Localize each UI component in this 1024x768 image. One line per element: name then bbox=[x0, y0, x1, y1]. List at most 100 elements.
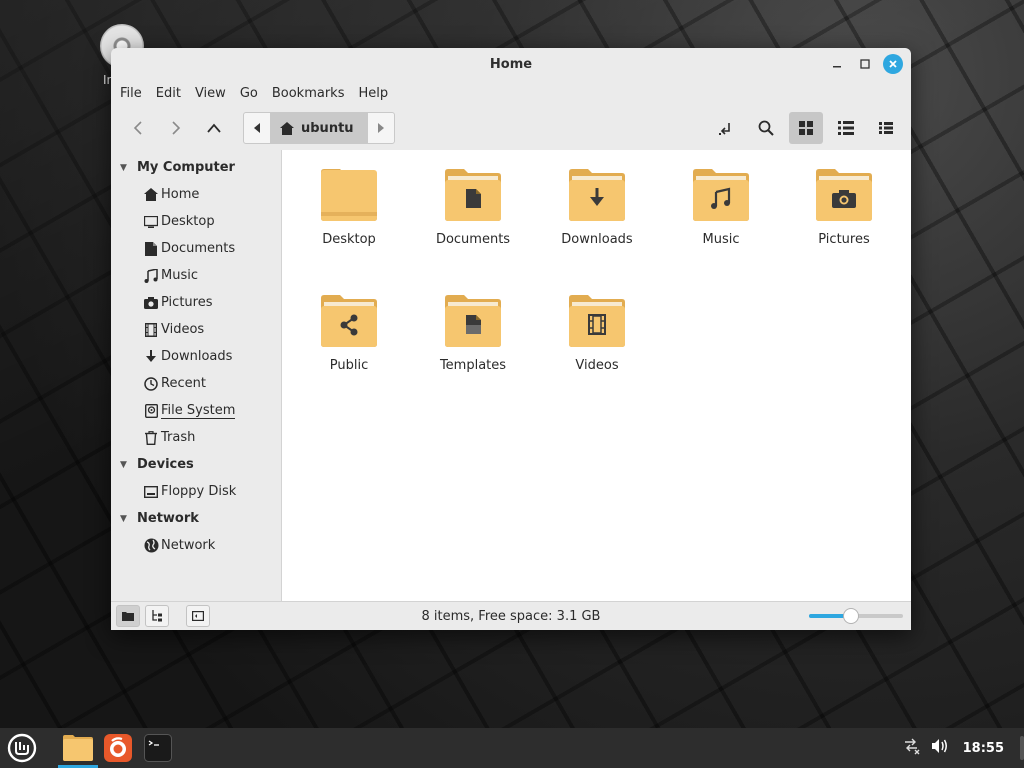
triangle-right-icon bbox=[377, 123, 384, 133]
sidebar-item-desktop[interactable]: Desktop bbox=[111, 208, 281, 235]
sidebar-item-label: Pictures bbox=[161, 295, 213, 310]
download-icon bbox=[141, 349, 161, 364]
sidebar-item-music[interactable]: Music bbox=[111, 262, 281, 289]
folder-videos-icon bbox=[569, 295, 625, 347]
menu-bookmarks[interactable]: Bookmarks bbox=[272, 86, 353, 101]
sidebar-item-pictures[interactable]: Pictures bbox=[111, 289, 281, 316]
sidebar-item-trash[interactable]: Trash bbox=[111, 424, 281, 451]
folder-label: Desktop bbox=[322, 232, 376, 247]
path-crumb-home[interactable]: ubuntu bbox=[270, 113, 368, 143]
window-title: Home bbox=[489, 56, 533, 72]
file-manager-window: Home File Edit View Go Bookmarks Help ub… bbox=[111, 48, 911, 630]
taskbar-firefox[interactable] bbox=[98, 728, 138, 768]
folder-public[interactable]: Public bbox=[289, 294, 409, 373]
file-view[interactable]: Desktop Documents Downloads Music Pictur… bbox=[282, 150, 911, 601]
sidebar-item-documents[interactable]: Documents bbox=[111, 235, 281, 262]
folder-downloads[interactable]: Downloads bbox=[537, 168, 657, 247]
menu-view[interactable]: View bbox=[195, 86, 234, 101]
toggle-location-button[interactable] bbox=[709, 112, 743, 144]
chevron-up-icon bbox=[207, 123, 221, 133]
network-status-button[interactable] bbox=[903, 737, 921, 759]
taskbar-terminal[interactable] bbox=[138, 728, 178, 768]
clock-icon bbox=[141, 376, 161, 391]
compact-view-button[interactable] bbox=[869, 112, 903, 144]
trash-icon bbox=[141, 430, 161, 445]
close-button[interactable] bbox=[883, 54, 903, 74]
hide-sidebar-button[interactable] bbox=[186, 605, 210, 627]
show-places-button[interactable] bbox=[116, 605, 140, 627]
folder-label: Pictures bbox=[818, 232, 870, 247]
show-desktop-button[interactable] bbox=[1020, 736, 1024, 760]
sidebar-item-label: Videos bbox=[161, 322, 205, 337]
forward-button[interactable] bbox=[157, 112, 195, 144]
taskbar-file-manager[interactable] bbox=[58, 728, 98, 768]
folder-templates[interactable]: Templates bbox=[413, 294, 533, 373]
title-bar[interactable]: Home bbox=[111, 48, 911, 80]
folder-label: Videos bbox=[575, 358, 619, 373]
mint-logo-icon bbox=[7, 733, 37, 763]
expand-triangle-icon: ▼ bbox=[120, 459, 127, 470]
start-menu-button[interactable] bbox=[0, 728, 44, 768]
zoom-slider-handle[interactable] bbox=[843, 608, 860, 624]
menu-go[interactable]: Go bbox=[240, 86, 266, 101]
back-button[interactable] bbox=[119, 112, 157, 144]
folder-videos[interactable]: Videos bbox=[537, 294, 657, 373]
sidebar-header-my-computer[interactable]: ▼ My Computer bbox=[111, 154, 281, 181]
clock[interactable]: 18:55 bbox=[963, 741, 1004, 756]
folder-documents-icon bbox=[445, 169, 501, 221]
sidebar-item-label: File System bbox=[161, 402, 236, 419]
menu-bar: File Edit View Go Bookmarks Help bbox=[111, 80, 911, 106]
path-crumb-label: ubuntu bbox=[301, 120, 354, 136]
floppy-icon bbox=[141, 485, 161, 498]
folder-label: Templates bbox=[439, 358, 507, 373]
expand-triangle-icon: ▼ bbox=[120, 513, 127, 524]
path-scroll-left[interactable] bbox=[244, 113, 270, 143]
show-treeview-button[interactable] bbox=[145, 605, 169, 627]
sidebar-item-home[interactable]: Home bbox=[111, 181, 281, 208]
path-scroll-right[interactable] bbox=[368, 113, 394, 143]
terminal-icon bbox=[144, 734, 172, 762]
film-icon bbox=[141, 322, 161, 337]
list-view-button[interactable] bbox=[829, 112, 863, 144]
sidebar-item-label: Documents bbox=[161, 241, 236, 256]
sidebar-item-videos[interactable]: Videos bbox=[111, 316, 281, 343]
folder-label: Music bbox=[702, 232, 740, 247]
folder-pictures[interactable]: Pictures bbox=[784, 168, 904, 247]
menu-help[interactable]: Help bbox=[358, 86, 396, 101]
menu-file[interactable]: File bbox=[120, 86, 150, 101]
sidebar-header-devices[interactable]: ▼ Devices bbox=[111, 451, 281, 478]
sidebar-item-downloads[interactable]: Downloads bbox=[111, 343, 281, 370]
drive-icon bbox=[141, 403, 161, 418]
search-button[interactable] bbox=[749, 112, 783, 144]
home-icon bbox=[141, 188, 161, 201]
folder-music[interactable]: Music bbox=[661, 168, 781, 247]
sidebar-item-file-system[interactable]: File System bbox=[111, 397, 281, 424]
sidebar-item-recent[interactable]: Recent bbox=[111, 370, 281, 397]
sidebar-header-label: Network bbox=[137, 511, 199, 526]
folder-documents[interactable]: Documents bbox=[413, 168, 533, 247]
maximize-button[interactable] bbox=[855, 54, 875, 74]
folder-desktop[interactable]: Desktop bbox=[289, 168, 409, 247]
volume-button[interactable] bbox=[931, 738, 949, 758]
triangle-left-icon bbox=[254, 123, 260, 133]
minimize-icon bbox=[833, 66, 841, 68]
sidebar-item-label: Downloads bbox=[161, 349, 233, 364]
grid-icon bbox=[799, 121, 813, 135]
zoom-slider[interactable] bbox=[809, 608, 903, 624]
icon-view-button[interactable] bbox=[789, 112, 823, 144]
menu-edit[interactable]: Edit bbox=[156, 86, 189, 101]
toolbar: ubuntu bbox=[111, 106, 911, 150]
sidebar-item-label: Music bbox=[161, 268, 198, 283]
folder-app-icon bbox=[63, 735, 93, 761]
sidebar-item-label: Desktop bbox=[161, 214, 215, 229]
folder-downloads-icon bbox=[569, 169, 625, 221]
sidebar-item-label: Floppy Disk bbox=[161, 484, 237, 499]
minimize-button[interactable] bbox=[827, 54, 847, 74]
compact-grid-icon bbox=[879, 122, 893, 134]
folder-music-icon bbox=[693, 169, 749, 221]
sidebar-item-network[interactable]: Network bbox=[111, 532, 281, 559]
up-button[interactable] bbox=[195, 112, 233, 144]
sidebar-item-floppy-disk[interactable]: Floppy Disk bbox=[111, 478, 281, 505]
sidebar-header-network[interactable]: ▼ Network bbox=[111, 505, 281, 532]
volume-icon bbox=[931, 739, 947, 753]
